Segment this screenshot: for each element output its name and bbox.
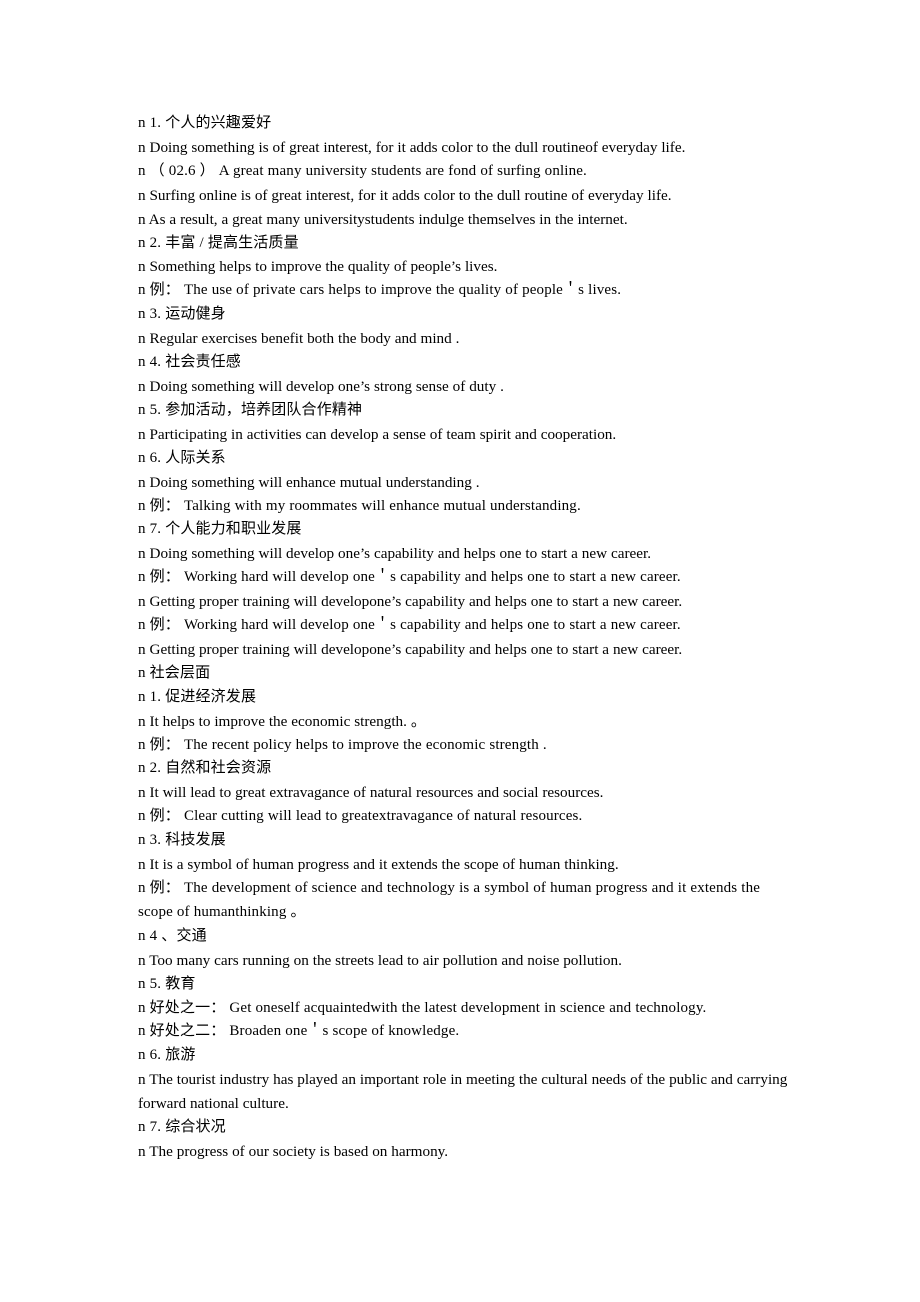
- sentence-as-a-result-internet: n As a result, a great many universityst…: [138, 210, 628, 228]
- example-working-hard-career-2: n 例： Working hard will develop one＇s cap…: [138, 617, 681, 634]
- heading-natural-social-resources: n 2. 自然和社会资源: [138, 760, 272, 777]
- heading-science-technology: n 3. 科技发展: [138, 832, 226, 849]
- sentence-improve-economic-strength: n It helps to improve the economic stren…: [138, 712, 427, 730]
- sentence-mutual-understanding: n Doing something will enhance mutual un…: [138, 473, 480, 491]
- document-page: n 1. 个人的兴趣爱好 n Doing something is of gre…: [0, 0, 920, 1302]
- sentence-extravagance-resources: n It will lead to great extravagance of …: [138, 784, 604, 802]
- example-recent-policy-economy: n 例： The recent policy helps to improve …: [138, 736, 547, 753]
- heading-tourism: n 6. 旅游: [138, 1047, 196, 1064]
- sentence-proper-training-career-2: n Getting proper training will developon…: [138, 640, 683, 658]
- heading-transportation: n 4 、交通: [138, 927, 207, 944]
- sentence-cars-air-noise-pollution: n Too many cars running on the streets l…: [138, 951, 622, 969]
- example-development-science-tech: n 例： The development of science and tech…: [138, 880, 761, 920]
- sentence-regular-exercises: n Regular exercises benefit both the bod…: [138, 330, 460, 348]
- sentence-sense-of-duty: n Doing something will develop one’s str…: [138, 377, 504, 395]
- heading-exercise-fitness: n 3. 运动健身: [138, 306, 226, 323]
- heading-social-dimension: n 社会层面: [138, 664, 211, 681]
- sentence-exam-reference-0206: n （ 02.6 ） A great many university stude…: [138, 162, 587, 179]
- document-body: n 1. 个人的兴趣爱好 n Doing something is of gre…: [138, 112, 788, 1164]
- heading-education: n 5. 教育: [138, 975, 196, 992]
- sentence-symbol-human-progress: n It is a symbol of human progress and i…: [138, 856, 619, 874]
- sentence-something-quality-lives: n Something helps to improve the quality…: [138, 258, 498, 276]
- heading-social-responsibility: n 4. 社会责任感: [138, 354, 241, 371]
- sentence-tourist-industry-culture: n The tourist industry has played an imp…: [138, 1071, 788, 1113]
- heading-personal-interests: n 1. 个人的兴趣爱好: [138, 115, 272, 131]
- heading-overall-situation: n 7. 综合状况: [138, 1119, 226, 1136]
- example-private-cars-quality: n 例： The use of private cars helps to im…: [138, 282, 622, 299]
- heading-economic-development: n 1. 促进经济发展: [138, 688, 257, 705]
- benefit-two-broaden-knowledge: n 好处之二： Broaden one＇s scope of knowledge…: [138, 1023, 460, 1040]
- heading-quality-of-life: n 2. 丰富 / 提高生活质量: [138, 234, 299, 251]
- sentence-progress-based-harmony: n The progress of our society is based o…: [138, 1142, 449, 1160]
- heading-interpersonal-relations: n 6. 人际关系: [138, 449, 226, 466]
- example-working-hard-career-1: n 例： Working hard will develop one＇s cap…: [138, 569, 681, 586]
- sentence-team-spirit-cooperation: n Participating in activities can develo…: [138, 425, 617, 443]
- sentence-doing-something-interest: n Doing something is of great interest, …: [138, 138, 686, 156]
- benefit-one-acquainted-science: n 好处之一： Get oneself acquaintedwith the l…: [138, 999, 707, 1016]
- heading-activities-teamwork: n 5. 参加活动，培养团队合作精神: [138, 401, 363, 418]
- sentence-proper-training-career-1: n Getting proper training will developon…: [138, 593, 683, 611]
- example-clear-cutting-resources: n 例： Clear cutting will lead to greatext…: [138, 808, 583, 825]
- sentence-capability-new-career: n Doing something will develop one’s cap…: [138, 545, 651, 563]
- sentence-surfing-online-interest: n Surfing online is of great interest, f…: [138, 186, 672, 204]
- heading-capability-career: n 7. 个人能力和职业发展: [138, 521, 302, 538]
- example-roommates-understanding: n 例： Talking with my roommates will enha…: [138, 497, 581, 514]
